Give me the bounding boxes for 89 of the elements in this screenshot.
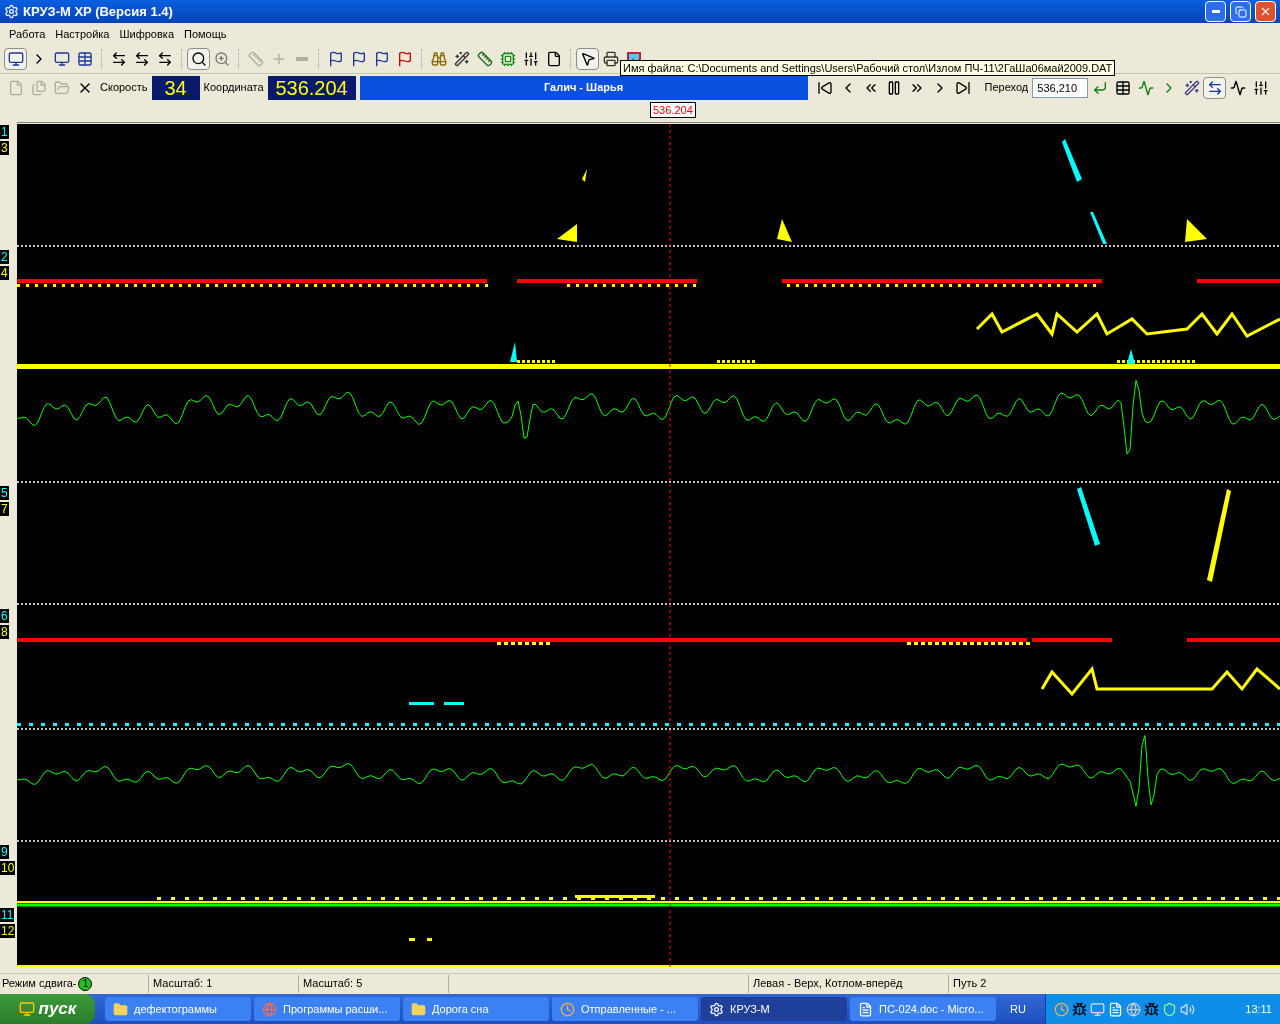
speed-label: Скорость [99, 80, 149, 96]
status-field: Левая - Верх, Котлом-вперёд [748, 974, 948, 993]
flag-back-icon [350, 51, 367, 67]
sliders-icon [1252, 79, 1269, 96]
chip-icon [499, 51, 516, 67]
table-icon [1114, 79, 1131, 96]
sliders-icon [522, 51, 539, 67]
pointer-button[interactable] [576, 48, 599, 70]
taskbar-item[interactable]: ПС-024.doc - Micro... [850, 997, 996, 1021]
shift-mode-label: Режим сдвига- [2, 976, 77, 992]
new-file-icon [7, 79, 24, 96]
flag-icon [327, 51, 344, 67]
menu-item[interactable]: Помощь [179, 25, 232, 43]
menu-item[interactable]: Шифровка [114, 25, 179, 43]
zoom-icon [213, 51, 230, 67]
signal-icon [1229, 79, 1246, 96]
last-icon [955, 79, 972, 96]
channel-number: 4 [0, 266, 9, 280]
clock-icon [1054, 1001, 1069, 1017]
clock: 13:11 [1245, 1001, 1272, 1017]
section-title: Галич - Шарья [359, 75, 808, 100]
binoculars-icon [430, 51, 447, 67]
close-icon [1259, 5, 1272, 18]
menu-item[interactable]: Работа [4, 25, 51, 43]
taskbar-item[interactable]: КРУЗ-М [701, 997, 847, 1021]
search-icon [190, 51, 207, 67]
channel-number: 10 [0, 861, 16, 875]
channel-number: 8 [0, 625, 9, 639]
channel-number: 12 [0, 924, 16, 938]
shield-icon [1162, 1001, 1177, 1017]
channel-number: 6 [0, 609, 9, 623]
print-icon [602, 51, 619, 67]
monitor-icon [1090, 1001, 1105, 1017]
status-field: Масштаб: 1 [148, 974, 298, 993]
folder-icon [411, 1001, 426, 1017]
copy-file-icon [30, 79, 47, 96]
first-icon [817, 79, 834, 96]
ruler-icon [247, 51, 264, 67]
wand-icon [453, 51, 470, 67]
speaker-icon [1180, 1001, 1195, 1017]
ruler-edit-icon [476, 51, 493, 67]
flag-delete-icon [396, 51, 413, 67]
pointer-icon [579, 51, 596, 67]
menu-item[interactable]: Настройка [50, 25, 115, 43]
channel-number: 11 [0, 908, 15, 922]
folder-icon [113, 1001, 128, 1017]
channel-number: 3 [0, 141, 9, 155]
file-tooltip: Имя файла: C:\Documents and Settings\Users\Рабочий стол\Излом ПЧ-11\2ГаШа06май2009.DAT [620, 60, 1116, 76]
search-button[interactable] [187, 48, 210, 70]
status-field: Масштаб: 5 [298, 974, 448, 993]
minus-icon [295, 57, 308, 61]
split-view-icon [76, 51, 93, 67]
clock-icon [560, 1001, 575, 1017]
file-icon [545, 51, 562, 67]
channel-number: 2 [0, 250, 9, 264]
status-field: Путь 2 [948, 974, 1148, 993]
document-icon [1108, 1001, 1123, 1017]
bug-icon [1072, 1001, 1087, 1017]
minimize-icon [1211, 10, 1220, 13]
goto-field[interactable]: 536,210 [1032, 77, 1089, 98]
taskbar-item[interactable]: Отправленные - ... [552, 997, 698, 1021]
globe-icon [262, 1001, 277, 1017]
enter-icon [1091, 79, 1108, 96]
document-icon [858, 1001, 873, 1017]
open-folder-icon [53, 79, 70, 96]
channel-number: 1 [0, 125, 9, 139]
speed-value: 34 [151, 75, 200, 100]
bug-icon [1144, 1001, 1159, 1017]
coordinate-marker: 536.204 [650, 102, 696, 118]
channel-one-button[interactable] [4, 48, 27, 70]
language-indicator[interactable]: RU [1004, 1000, 1032, 1018]
channel-number: 5 [0, 486, 9, 500]
align-button[interactable] [1203, 76, 1227, 99]
channel-number: 9 [0, 845, 9, 859]
taskbar-item[interactable]: Дорога сна [403, 997, 549, 1021]
coordinate-value: 536.204 [267, 75, 356, 100]
shift-mode-badge: 1 [78, 976, 93, 991]
channel-number: 7 [0, 502, 9, 516]
restore-button[interactable] [1230, 1, 1251, 22]
restore-icon [1234, 5, 1247, 18]
goto-label: Переход [983, 80, 1030, 96]
coordinate-label: Координата [202, 80, 265, 96]
globe-icon [1126, 1001, 1141, 1017]
taskbar-item[interactable]: Программы расши... [254, 997, 400, 1021]
taskbar-item[interactable]: дефектограммы [105, 997, 251, 1021]
minimize-button[interactable] [1205, 1, 1226, 22]
window-title: КРУЗ-М XP (Версия 1.4) [23, 2, 173, 21]
flag-forward-icon [373, 51, 390, 67]
start-button[interactable]: пуск [0, 994, 95, 1024]
